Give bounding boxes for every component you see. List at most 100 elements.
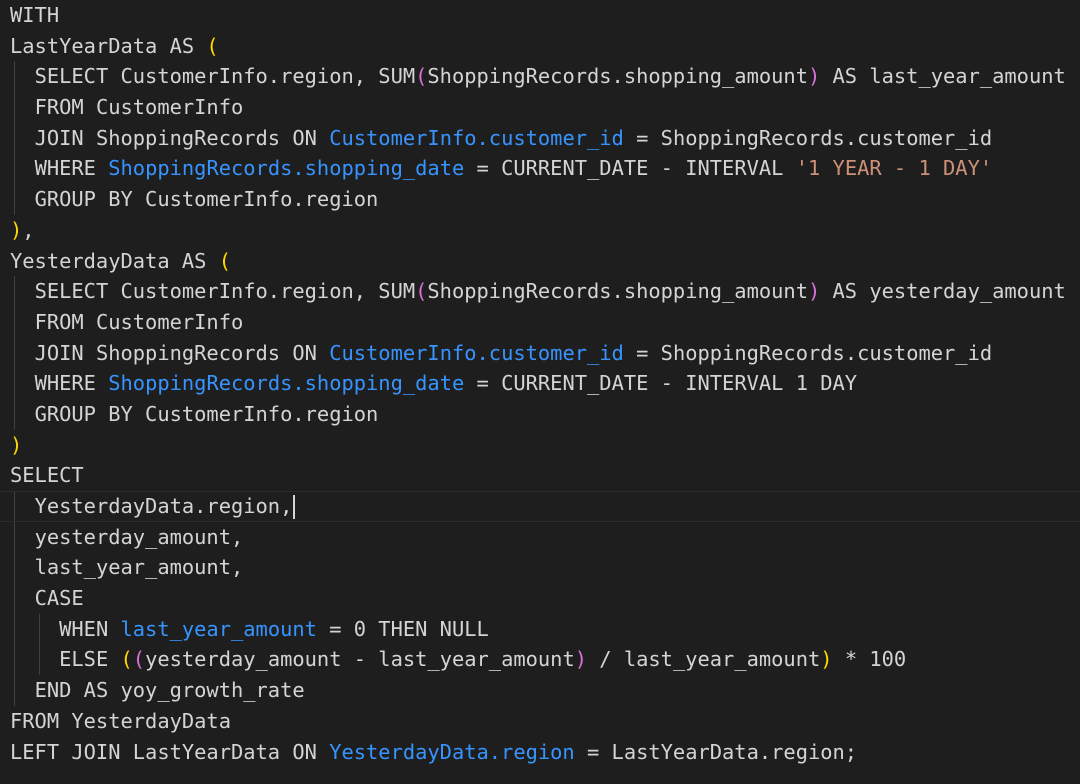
- code-token: ShoppingRecords.shopping_date: [108, 371, 465, 396]
- code-editor[interactable]: WITH LastYearData AS ( SELECT CustomerInf…: [0, 0, 1080, 784]
- code-token: (: [132, 647, 146, 672]
- code-token: SELECT: [10, 463, 84, 488]
- code-token: (: [218, 248, 231, 273]
- code-line[interactable]: last_year_amount,: [0, 552, 1080, 584]
- indent-guide: [14, 306, 15, 338]
- code-token: = LastYearData.region;: [574, 739, 858, 764]
- indent-guide: [38, 613, 40, 645]
- code-token: = 0 THEN NULL: [316, 616, 489, 641]
- code-token: yesterday_amount,: [34, 524, 244, 549]
- code-line[interactable]: YesterdayData AS (: [0, 246, 1080, 277]
- code-token: ): [807, 279, 821, 304]
- code-token: (: [415, 279, 428, 304]
- code-line[interactable]: FROM CustomerInfo: [0, 306, 1080, 338]
- code-line[interactable]: WHEN last_year_amount = 0 THEN NULL: [0, 613, 1080, 645]
- code-line[interactable]: END AS yoy_growth_rate: [0, 675, 1080, 706]
- code-line[interactable]: FROM CustomerInfo: [0, 92, 1080, 123]
- code-token: ELSE: [59, 647, 121, 672]
- code-line[interactable]: JOIN ShoppingRecords ON CustomerInfo.cus…: [0, 122, 1080, 154]
- indent-guide: [14, 337, 15, 369]
- code-token: = ShoppingRecords.customer_id: [623, 125, 993, 150]
- code-token: (: [415, 64, 428, 89]
- code-line[interactable]: WHERE ShoppingRecords.shopping_date = CU…: [0, 153, 1080, 185]
- code-token: ): [820, 647, 833, 672]
- indent-guide: [14, 613, 15, 645]
- indent-guide: [14, 398, 15, 430]
- text-cursor: [293, 495, 296, 519]
- code-token: END AS yoy_growth_rate: [34, 678, 305, 703]
- code-line[interactable]: WITH: [0, 0, 1080, 31]
- code-token: WHERE: [34, 156, 109, 181]
- code-line[interactable]: LastYearData AS (: [0, 31, 1080, 62]
- code-token: (: [206, 33, 219, 58]
- indent-guide: [14, 492, 15, 521]
- indent-guide: [14, 61, 15, 93]
- code-token: JOIN ShoppingRecords ON: [34, 125, 330, 150]
- indent-guide: [14, 276, 15, 307]
- indent-guide: [14, 184, 15, 215]
- code-token: YesterdayData.region: [329, 739, 575, 764]
- code-token: ShoppingRecords.shopping_amount: [427, 279, 808, 304]
- code-token: SELECT CustomerInfo.region, SUM: [34, 64, 416, 89]
- code-token: JOIN ShoppingRecords ON: [34, 340, 330, 365]
- code-token: * 100: [832, 647, 907, 672]
- code-token: ): [10, 432, 23, 457]
- code-token: AS yesterday_amount: [820, 279, 1066, 304]
- code-token: WHEN: [59, 616, 121, 641]
- code-token: ,: [22, 217, 35, 242]
- indent-guide: [14, 153, 15, 185]
- code-line[interactable]: JOIN ShoppingRecords ON CustomerInfo.cus…: [0, 337, 1080, 369]
- code-token: yesterday_amount - last_year_amount: [145, 647, 575, 672]
- code-token: FROM CustomerInfo: [34, 309, 244, 334]
- code-token: GROUP BY CustomerInfo.region: [34, 401, 379, 426]
- code-token: AS last_year_amount: [820, 64, 1066, 89]
- code-line[interactable]: ): [0, 430, 1080, 461]
- indent-guide: [14, 521, 15, 553]
- code-token: ShoppingRecords.shopping_amount: [427, 64, 808, 89]
- code-token: SELECT CustomerInfo.region, SUM: [34, 279, 416, 304]
- indent-guide: [14, 552, 15, 584]
- code-token: CustomerInfo.customer_id: [329, 340, 624, 365]
- code-token: ShoppingRecords.shopping_date: [108, 156, 465, 181]
- code-token: ): [10, 217, 23, 242]
- indent-guide: [14, 675, 15, 706]
- code-token: GROUP BY CustomerInfo.region: [34, 187, 379, 212]
- code-token: WHERE: [34, 371, 109, 396]
- code-token: (: [120, 647, 133, 672]
- code-token: YesterdayData AS: [10, 248, 219, 273]
- code-line[interactable]: FROM YesterdayData: [0, 706, 1080, 737]
- indent-guide: [14, 583, 15, 614]
- code-line[interactable]: LEFT JOIN LastYearData ON YesterdayData.…: [0, 737, 1080, 768]
- code-token: YesterdayData.region,: [34, 494, 293, 518]
- code-token: = CURRENT_DATE - INTERVAL 1 DAY: [464, 371, 858, 396]
- code-token: FROM YesterdayData: [10, 708, 231, 733]
- code-line[interactable]: yesterday_amount,: [0, 521, 1080, 553]
- code-line[interactable]: SELECT CustomerInfo.region, SUM(Shopping…: [0, 276, 1080, 307]
- code-token: last_year_amount,: [34, 555, 244, 580]
- code-token: ): [807, 64, 821, 89]
- code-token: FROM CustomerInfo: [34, 95, 244, 120]
- code-token: = CURRENT_DATE - INTERVAL: [464, 156, 796, 181]
- code-token: WITH: [10, 3, 60, 27]
- code-line[interactable]: SELECT CustomerInfo.region, SUM(Shopping…: [0, 61, 1080, 93]
- code-token: = ShoppingRecords.customer_id: [623, 340, 993, 365]
- code-line[interactable]: GROUP BY CustomerInfo.region: [0, 398, 1080, 430]
- code-token: CustomerInfo.customer_id: [329, 125, 624, 150]
- code-token: CASE: [34, 586, 84, 611]
- indent-guide: [14, 368, 15, 399]
- code-line[interactable]: ELSE ((yesterday_amount - last_year_amou…: [0, 644, 1080, 676]
- code-line[interactable]: CASE: [0, 583, 1080, 614]
- code-line[interactable]: SELECT: [0, 460, 1080, 491]
- code-token: LEFT JOIN LastYearData ON: [10, 739, 330, 764]
- code-line[interactable]: YesterdayData.region,: [0, 491, 1080, 522]
- indent-guide: [38, 644, 40, 676]
- indent-guide: [14, 644, 15, 676]
- code-token: LastYearData AS: [10, 33, 207, 58]
- code-line[interactable]: ),: [0, 215, 1080, 246]
- code-token: '1 YEAR - 1 DAY': [795, 156, 993, 181]
- indent-guide: [14, 92, 15, 123]
- code-line[interactable]: WHERE ShoppingRecords.shopping_date = CU…: [0, 368, 1080, 399]
- code-line[interactable]: GROUP BY CustomerInfo.region: [0, 184, 1080, 215]
